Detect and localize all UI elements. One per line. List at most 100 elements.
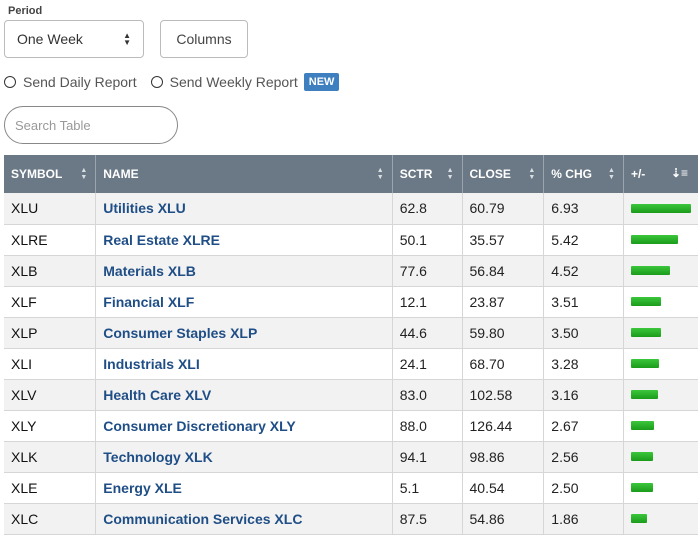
change-bar-cell: [623, 317, 698, 349]
change-bar: [630, 235, 678, 244]
change-bar-cell: [623, 472, 698, 504]
change-bar-cell: [623, 224, 698, 256]
change-bar: [630, 390, 658, 399]
change-bar: [630, 203, 691, 213]
pct-chg-cell: 2.50: [543, 472, 624, 504]
header-pct-chg[interactable]: % CHG ▲ ▼: [543, 155, 624, 193]
sort-icon: ▲ ▼: [608, 167, 615, 181]
change-bar-cell: [623, 441, 698, 473]
change-bar: [630, 483, 653, 492]
table-row[interactable]: XLP Consumer Staples XLP 44.6 59.80 3.50: [4, 317, 698, 349]
pct-chg-cell: 1.86: [543, 503, 624, 535]
table-row[interactable]: XLE Energy XLE 5.1 40.54 2.50: [4, 472, 698, 504]
change-bar-cell: [623, 255, 698, 287]
change-bar: [630, 452, 653, 461]
close-cell: 98.86: [462, 441, 545, 473]
name-link[interactable]: Consumer Discretionary XLY: [95, 410, 393, 442]
sort-icon: ▲ ▼: [528, 167, 536, 181]
change-bar: [630, 266, 670, 275]
header-sctr[interactable]: SCTR ▲ ▼: [392, 155, 463, 193]
symbol-cell: XLF: [4, 286, 97, 318]
change-bar-cell: [623, 348, 698, 380]
sctr-cell: 24.1: [392, 348, 463, 380]
close-cell: 60.79: [462, 193, 545, 225]
pct-chg-cell: 3.28: [543, 348, 624, 380]
sctr-cell: 87.5: [392, 503, 463, 535]
period-select[interactable]: One Week ▲ ▼: [4, 20, 144, 58]
send-daily-radio[interactable]: [4, 76, 16, 88]
symbol-cell: XLI: [4, 348, 97, 380]
close-cell: 54.86: [462, 503, 545, 535]
name-link[interactable]: Energy XLE: [95, 472, 393, 504]
table-row[interactable]: XLK Technology XLK 94.1 98.86 2.56: [4, 441, 698, 473]
close-cell: 59.80: [462, 317, 545, 349]
change-bar-cell: [623, 503, 698, 535]
header-close[interactable]: CLOSE ▲ ▼: [462, 155, 545, 193]
name-link[interactable]: Industrials XLI: [95, 348, 393, 380]
sctr-cell: 50.1: [392, 224, 463, 256]
pct-chg-cell: 5.42: [543, 224, 624, 256]
send-daily-label: Send Daily Report: [23, 74, 137, 90]
name-link[interactable]: Materials XLB: [95, 255, 393, 287]
header-plus-minus[interactable]: +/- ⇣≡: [623, 155, 698, 193]
name-link[interactable]: Consumer Staples XLP: [95, 317, 393, 349]
sctr-cell: 94.1: [392, 441, 463, 473]
close-cell: 102.58: [462, 379, 545, 411]
pct-chg-cell: 6.93: [543, 193, 624, 225]
change-bar-cell: [623, 410, 698, 442]
close-cell: 23.87: [462, 286, 545, 318]
name-link[interactable]: Real Estate XLRE: [95, 224, 393, 256]
sctr-cell: 5.1: [392, 472, 463, 504]
symbol-cell: XLC: [4, 503, 97, 535]
close-cell: 40.54: [462, 472, 545, 504]
send-weekly-radio[interactable]: [150, 76, 163, 88]
header-name[interactable]: NAME ▲ ▼: [95, 155, 393, 193]
sort-icon: ▲ ▼: [80, 167, 88, 181]
sctr-cell: 83.0: [392, 379, 463, 411]
change-bar: [630, 328, 661, 337]
change-bar: [630, 297, 661, 306]
table-row[interactable]: XLC Communication Services XLC 87.5 54.86 1.…: [4, 503, 698, 535]
pct-chg-cell: 3.50: [543, 317, 624, 349]
select-arrows-icon: ▲ ▼: [123, 31, 131, 47]
table-row[interactable]: XLF Financial XLF 12.1 23.87 3.51: [4, 286, 698, 318]
send-weekly-report-option[interactable]: Send Weekly Report: [150, 74, 298, 90]
sctr-cell: 88.0: [392, 410, 463, 442]
search-table-input[interactable]: Search Table: [4, 106, 178, 144]
period-select-value: One Week: [17, 31, 83, 47]
symbol-cell: XLU: [4, 193, 97, 225]
table-row[interactable]: XLV Health Care XLV 83.0 102.58 3.16: [4, 379, 698, 411]
table-row[interactable]: XLU Utilities XLU 62.8 60.79 6.93: [4, 193, 698, 225]
sort-icon: ▲ ▼: [376, 167, 384, 181]
name-link[interactable]: Financial XLF: [95, 286, 393, 318]
pct-chg-cell: 3.16: [543, 379, 624, 411]
name-link[interactable]: Technology XLK: [95, 441, 393, 473]
pct-chg-cell: 2.67: [543, 410, 624, 442]
change-bar: [630, 514, 647, 523]
close-cell: 56.84: [462, 255, 545, 287]
sctr-cell: 77.6: [392, 255, 463, 287]
report-options: Send Daily Report Send Weekly Report NEW: [4, 72, 340, 92]
sort-icon: ▲ ▼: [446, 167, 454, 181]
table-row[interactable]: XLB Materials XLB 77.6 56.84 4.52: [4, 255, 698, 287]
close-cell: 35.57: [462, 224, 545, 256]
change-bar: [630, 359, 659, 368]
table-row[interactable]: XLI Industrials XLI 24.1 68.70 3.28: [4, 348, 698, 380]
close-cell: 68.70: [462, 348, 545, 380]
sctr-cell: 12.1: [392, 286, 463, 318]
name-link[interactable]: Utilities XLU: [95, 193, 393, 225]
name-link[interactable]: Health Care XLV: [95, 379, 393, 411]
header-symbol[interactable]: SYMBOL ▲ ▼: [4, 155, 97, 193]
symbol-cell: XLRE: [4, 224, 97, 256]
new-badge: NEW: [303, 73, 340, 91]
table-row[interactable]: XLY Consumer Discretionary XLY 88.0 126.44 2…: [4, 410, 698, 442]
pct-chg-cell: 2.56: [543, 441, 624, 473]
columns-button[interactable]: Columns: [160, 20, 248, 58]
name-link[interactable]: Communication Services XLC: [95, 503, 393, 535]
send-daily-report-option[interactable]: Send Daily Report: [4, 74, 137, 90]
table-header-row: SYMBOL ▲ ▼ NAME ▲ ▼ SCTR ▲ ▼ CLOSE ▲ ▼ % CHG ▲ ▼ +…: [4, 155, 698, 193]
period-label: Period: [8, 5, 43, 17]
send-weekly-label: Send Weekly Report: [169, 74, 298, 90]
symbol-cell: XLE: [4, 472, 97, 504]
table-row[interactable]: XLRE Real Estate XLRE 50.1 35.57 5.42: [4, 224, 698, 256]
